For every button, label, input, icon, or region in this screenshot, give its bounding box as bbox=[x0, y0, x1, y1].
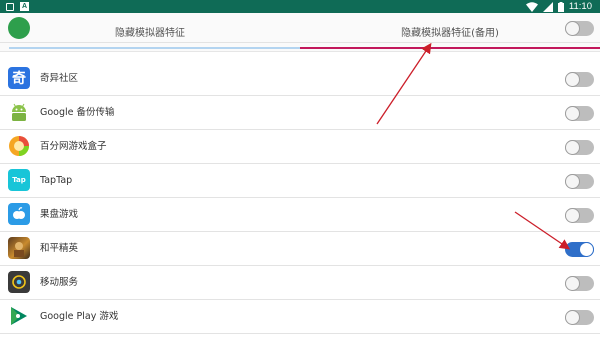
app-name: 百分网游戏盒子 bbox=[40, 141, 107, 152]
list-item: 和平精英 bbox=[0, 232, 600, 266]
square-icon bbox=[6, 2, 14, 11]
list-item: 果盘游戏 bbox=[0, 198, 600, 232]
toggle-switch[interactable] bbox=[565, 106, 594, 121]
a-badge-icon: A bbox=[20, 2, 29, 11]
toggle-switch[interactable] bbox=[565, 208, 594, 223]
toggle-switch[interactable] bbox=[565, 276, 594, 291]
app-name: 果盘游戏 bbox=[40, 209, 79, 220]
list-item: 奇 奇异社区 bbox=[0, 62, 600, 96]
baifen-game-box-icon bbox=[8, 135, 30, 157]
green-app-icon bbox=[8, 17, 30, 39]
list-item: Google Play 游戏 bbox=[0, 300, 600, 334]
peacekeeper-elite-icon bbox=[8, 237, 30, 259]
list-item: 百分网游戏盒子 bbox=[0, 130, 600, 164]
signal-icon bbox=[542, 1, 553, 12]
app-name: Google Play 游戏 bbox=[40, 311, 119, 322]
taptap-icon: Tap bbox=[8, 169, 30, 191]
google-play-games-icon bbox=[8, 305, 30, 327]
toggle-switch[interactable] bbox=[565, 174, 594, 189]
toggle-switch[interactable] bbox=[565, 310, 594, 325]
wifi-icon bbox=[525, 1, 538, 12]
status-bar: A 11:10 bbox=[0, 0, 600, 13]
app-name: 奇异社区 bbox=[40, 73, 79, 84]
clock: 11:10 bbox=[568, 1, 592, 12]
toggle-switch[interactable] bbox=[565, 72, 594, 87]
mobile-service-icon bbox=[8, 271, 30, 293]
list-item bbox=[0, 17, 600, 43]
toggle-switch[interactable] bbox=[565, 242, 594, 257]
tab-underline-inactive bbox=[9, 47, 301, 49]
list-item: Google 备份传输 bbox=[0, 96, 600, 130]
app-name: 移动服务 bbox=[40, 277, 79, 288]
toggle-switch[interactable] bbox=[565, 140, 594, 155]
android-robot-icon bbox=[8, 101, 30, 123]
list-item: 移动服务 bbox=[0, 266, 600, 300]
app-name: TapTap bbox=[40, 175, 73, 186]
tab-underline-active bbox=[300, 47, 600, 49]
guopan-game-icon bbox=[8, 203, 30, 225]
app-name: Google 备份传输 bbox=[40, 107, 115, 118]
app-name: 和平精英 bbox=[40, 243, 79, 254]
list-item: Tap TapTap bbox=[0, 164, 600, 198]
qiyi-community-icon: 奇 bbox=[8, 67, 30, 89]
battery-icon bbox=[557, 1, 564, 12]
toggle-switch[interactable] bbox=[565, 21, 594, 36]
